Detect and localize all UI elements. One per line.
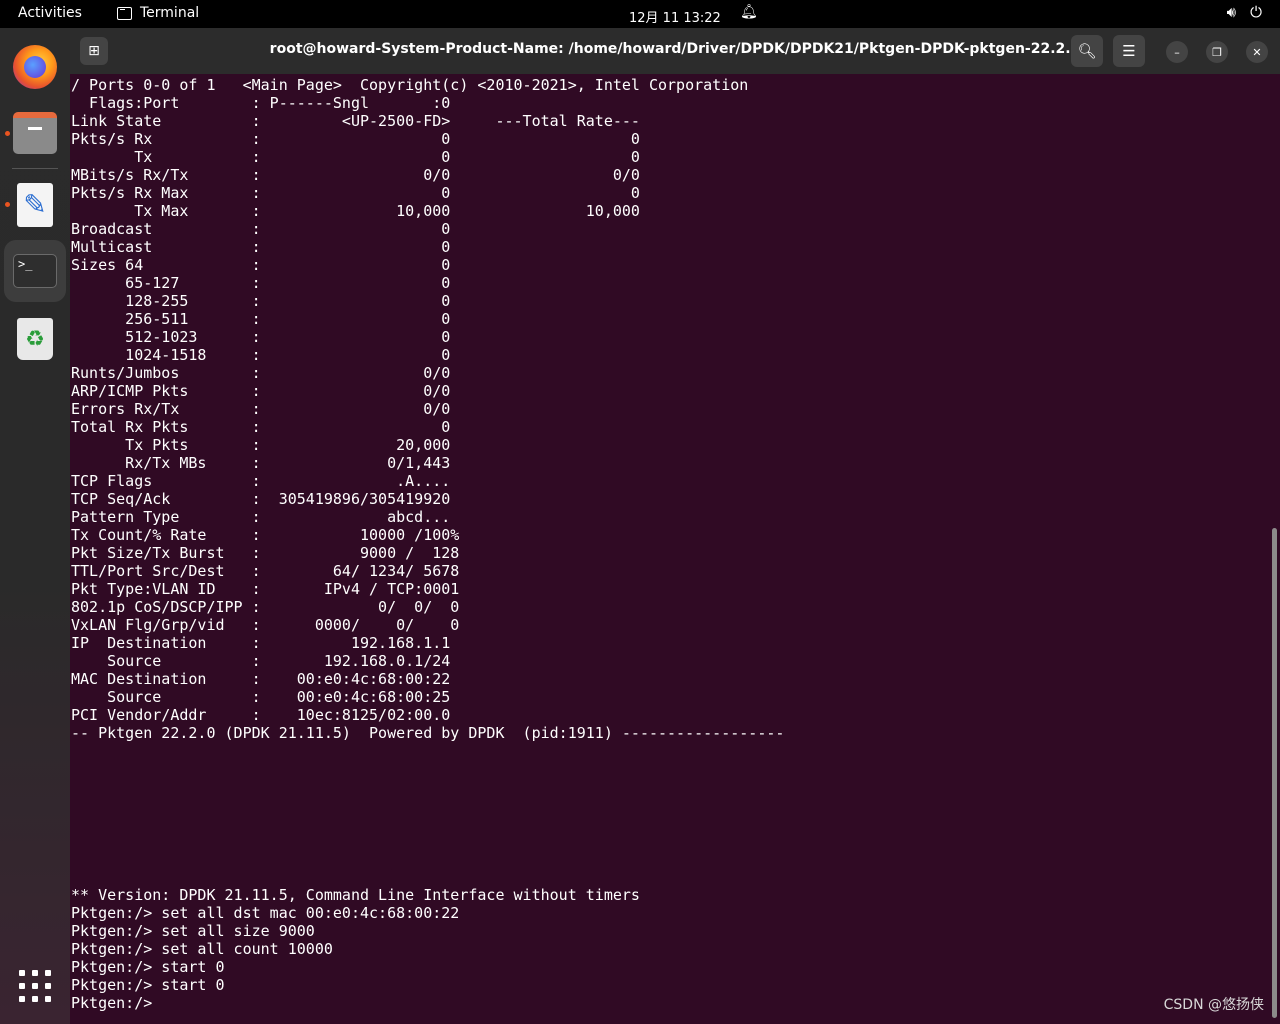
terminal-line: PCI Vendor/Addr : 10ec:8125/02:00.0 (71, 706, 451, 724)
terminal-line: / Ports 0-0 of 1 <Main Page> Copyright(c… (71, 76, 749, 94)
trash-icon: ♻ (17, 318, 53, 360)
terminal-line: 256-511 : 0 (71, 310, 451, 328)
search-icon: 🔍︎ (1077, 42, 1097, 60)
terminal-line: Pktgen:/> start 0 (71, 976, 225, 994)
terminal-line: TTL/Port Src/Dest : 64/ 1234/ 5678 (71, 562, 460, 580)
terminal-line: ** Version: DPDK 21.11.5, Command Line I… (71, 886, 640, 904)
terminal-line: Pkts/s Rx Max : 0 0 (71, 184, 640, 202)
terminal-line: Runts/Jumbos : 0/0 (71, 364, 451, 382)
activities-button[interactable]: Activities (18, 5, 82, 21)
text-editor-icon: ✎ (17, 183, 53, 227)
terminal-line: 128-255 : 0 (71, 292, 451, 310)
terminal-line: Errors Rx/Tx : 0/0 (71, 400, 451, 418)
terminal-line: Pktgen:/> (71, 994, 162, 1012)
close-button[interactable]: ✕ (1246, 41, 1268, 63)
terminal-line: ARP/ICMP Pkts : 0/0 (71, 382, 451, 400)
power-icon: ⏻ (1250, 3, 1262, 21)
terminal-scrollbar[interactable] (1272, 528, 1277, 1018)
terminal-line: Pkt Type:VLAN ID : IPv4 / TCP:0001 (71, 580, 460, 598)
terminal-output: / Ports 0-0 of 1 <Main Page> Copyright(c… (71, 76, 784, 1012)
dock-trash[interactable]: ♻ (4, 308, 66, 370)
terminal-view[interactable]: / Ports 0-0 of 1 <Main Page> Copyright(c… (70, 74, 1280, 1024)
dock-separator (12, 168, 58, 169)
terminal-line: Total Rx Pkts : 0 (71, 418, 451, 436)
volume-icon: 🔊︎ (1226, 3, 1237, 21)
terminal-line: Pkt Size/Tx Burst : 9000 / 128 (71, 544, 460, 562)
app-menu[interactable]: Terminal (117, 5, 199, 21)
watermark: CSDN @悠扬侠 (1163, 997, 1264, 1013)
dock-terminal[interactable]: >_ (4, 240, 66, 302)
search-button[interactable]: 🔍︎ (1071, 35, 1103, 67)
clock[interactable]: 12月 11 13:22 (629, 7, 721, 26)
dock-firefox[interactable] (4, 36, 66, 98)
terminal-line: Rx/Tx MBs : 0/1,443 (71, 454, 451, 472)
terminal-line: Tx Count/% Rate : 10000 /100% (71, 526, 460, 544)
files-icon (13, 112, 57, 154)
terminal-line: IP Destination : 192.168.1.1 (71, 634, 451, 652)
maximize-button[interactable]: ❐ (1206, 41, 1228, 63)
firefox-icon (13, 45, 57, 89)
close-icon: ✕ (1252, 45, 1262, 59)
terminal-line: Pktgen:/> set all dst mac 00:e0:4c:68:00… (71, 904, 460, 922)
terminal-line: Pktgen:/> set all count 10000 (71, 940, 333, 958)
terminal-line: Source : 192.168.0.1/24 (71, 652, 451, 670)
system-menu[interactable]: 🔊︎ ⏻ (1227, 3, 1262, 21)
terminal-line: Pattern Type : abcd... (71, 508, 451, 526)
terminal-line: Pktgen:/> start 0 (71, 958, 225, 976)
terminal-line: Pkts/s Rx : 0 0 (71, 130, 640, 148)
hamburger-menu-icon: ☰ (1122, 42, 1136, 60)
terminal-line: Tx Pkts : 20,000 (71, 436, 451, 454)
terminal-line: Source : 00:e0:4c:68:00:25 (71, 688, 451, 706)
terminal-app-icon: >_ (13, 254, 57, 288)
terminal-line: 1024-1518 : 0 (71, 346, 451, 364)
terminal-line: -- Pktgen 22.2.0 (DPDK 21.11.5) Powered … (71, 724, 785, 742)
terminal-line: TCP Flags : .A.... (71, 472, 451, 490)
terminal-line: Broadcast : 0 (71, 220, 451, 238)
terminal-line: Tx Max : 10,000 10,000 (71, 202, 640, 220)
terminal-line: Sizes 64 : 0 (71, 256, 451, 274)
terminal-line: Flags:Port : P------Sngl :0 (71, 94, 451, 112)
terminal-headerbar: ⊞ root@howard-System-Product-Name: /home… (70, 28, 1280, 74)
terminal-line: 512-1023 : 0 (71, 328, 451, 346)
app-name: Terminal (140, 5, 200, 21)
terminal-line: Link State : <UP-2500-FD> ---Total Rate-… (71, 112, 640, 130)
menu-button[interactable]: ☰ (1113, 35, 1145, 67)
terminal-line: TCP Seq/Ack : 305419896/305419920 (71, 490, 451, 508)
show-apps-grid-icon[interactable] (19, 970, 51, 1002)
notification-bell-icon[interactable]: 🔔︎ (740, 4, 758, 20)
terminal-line: VxLAN Flg/Grp/vid : 0000/ 0/ 0 (71, 616, 460, 634)
dock-text-editor[interactable]: ✎ (4, 174, 66, 236)
maximize-icon: ❐ (1212, 45, 1222, 59)
top-bar: Activities Terminal 12月 11 13:22 🔔︎ 🔊︎ ⏻ (0, 0, 1280, 28)
minimize-icon: – (1174, 45, 1180, 59)
dock-files[interactable] (4, 102, 66, 164)
terminal-line: Multicast : 0 (71, 238, 451, 256)
terminal-line: Tx : 0 0 (71, 148, 640, 166)
terminal-line: MAC Destination : 00:e0:4c:68:00:22 (71, 670, 451, 688)
terminal-line: 802.1p CoS/DSCP/IPP : 0/ 0/ 0 (71, 598, 460, 616)
terminal-line: Pktgen:/> set all size 9000 (71, 922, 315, 940)
terminal-line: 65-127 : 0 (71, 274, 451, 292)
minimize-button[interactable]: – (1166, 41, 1188, 63)
terminal-icon (117, 6, 132, 20)
dock: ✎ >_ ♻ (0, 28, 70, 1024)
terminal-line: MBits/s Rx/Tx : 0/0 0/0 (71, 166, 640, 184)
